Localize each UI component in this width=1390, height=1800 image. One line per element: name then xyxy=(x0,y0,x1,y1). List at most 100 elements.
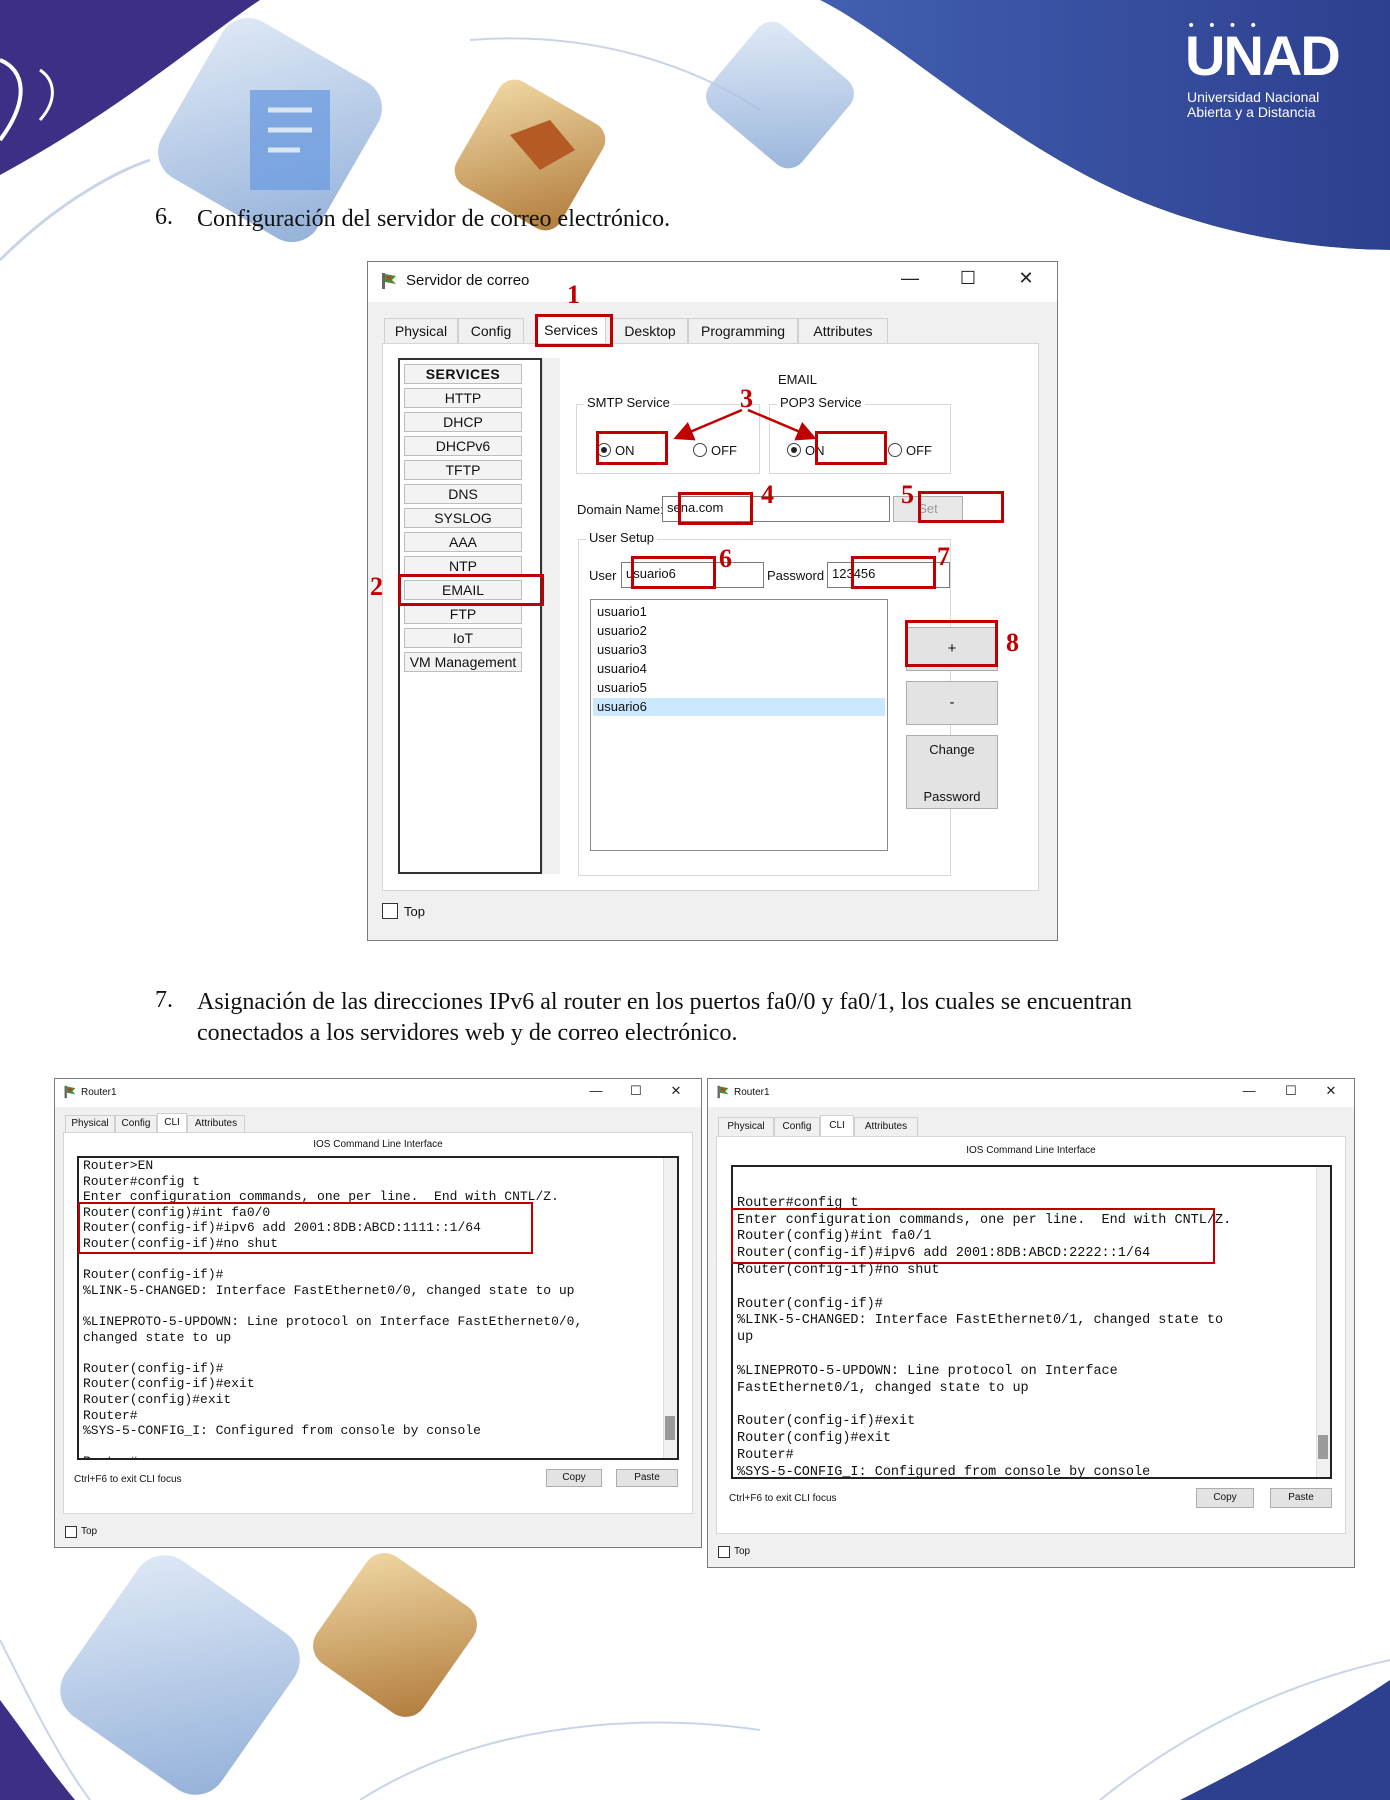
tab-programming[interactable]: Programming xyxy=(688,318,798,344)
service-ntp[interactable]: NTP xyxy=(404,556,522,576)
top-checkbox[interactable] xyxy=(718,1546,730,1558)
service-syslog[interactable]: SYSLOG xyxy=(404,508,522,528)
minimize-button[interactable]: — xyxy=(895,268,925,289)
maximize-button[interactable]: ☐ xyxy=(1280,1083,1302,1099)
close-button[interactable]: ✕ xyxy=(1011,268,1041,289)
cli-scrollbar[interactable] xyxy=(1316,1167,1330,1477)
top-checkbox[interactable] xyxy=(382,903,398,919)
section-7-text: Asignación de las direcciones IPv6 al ro… xyxy=(197,987,1132,1049)
service-vm-management[interactable]: VM Management xyxy=(404,652,522,672)
cli-output-line: Router(config-if)# xyxy=(83,1360,224,1376)
pop3-off-label: OFF xyxy=(906,443,932,458)
service-dhcpv6[interactable]: DHCPv6 xyxy=(404,436,522,456)
tab-attributes[interactable]: Attributes xyxy=(798,318,888,344)
maximize-button[interactable]: ☐ xyxy=(625,1083,647,1099)
cli-output-line: Router(config)#exit xyxy=(737,1431,891,1446)
service-ftp[interactable]: FTP xyxy=(404,604,522,624)
list-item[interactable]: usuario1 xyxy=(593,603,885,621)
window-title: Servidor de correo xyxy=(406,272,530,289)
section-6-number: 6. xyxy=(155,204,173,230)
service-iot[interactable]: IoT xyxy=(404,628,522,648)
annotation-box-smtp-on xyxy=(596,431,668,465)
cli-scrollbar-thumb[interactable] xyxy=(665,1416,675,1440)
service-aaa[interactable]: AAA xyxy=(404,532,522,552)
tab-physical[interactable]: Physical xyxy=(65,1115,115,1133)
list-item[interactable]: usuario5 xyxy=(593,679,885,697)
paste-button[interactable]: Paste xyxy=(616,1469,678,1487)
server-icon xyxy=(380,272,398,290)
copy-button[interactable]: Copy xyxy=(1196,1488,1254,1508)
tab-config[interactable]: Config xyxy=(115,1115,157,1133)
cli-output-line: %LINK-5-CHANGED: Interface FastEthernet0… xyxy=(737,1313,1224,1329)
password-label: Password xyxy=(767,568,825,583)
logo-wordmark: UNAD xyxy=(1185,24,1341,87)
cli-output-line: Router# xyxy=(83,1454,138,1458)
annotation-number-7: 7 xyxy=(937,542,950,571)
cli-output-line: Router(config-if)#exit xyxy=(737,1414,916,1430)
tab-attributes[interactable]: Attributes xyxy=(187,1115,245,1133)
window-title: Router1 xyxy=(734,1087,770,1098)
service-tftp[interactable]: TFTP xyxy=(404,460,522,480)
cli-focus-hint: Ctrl+F6 to exit CLI focus xyxy=(729,1493,837,1504)
remove-user-button[interactable]: - xyxy=(906,681,998,725)
service-http[interactable]: HTTP xyxy=(404,388,522,408)
cli-heading: IOS Command Line Interface xyxy=(313,1139,443,1150)
cli-panel: IOS Command Line Interface Router>EN Rout… xyxy=(63,1132,693,1514)
maximize-button[interactable]: ☐ xyxy=(953,268,983,289)
services-list-header: SERVICES xyxy=(404,364,522,384)
paste-button[interactable]: Paste xyxy=(1270,1488,1332,1508)
email-panel-title: EMAIL xyxy=(778,372,818,387)
window-titlebar[interactable]: Router1 — ☐ ✕ xyxy=(708,1079,1354,1107)
top-checkbox[interactable] xyxy=(65,1526,77,1538)
list-item[interactable]: usuario2 xyxy=(593,622,885,640)
annotation-box-services-tab xyxy=(535,314,613,347)
cli-output-line: %SYS-5-CONFIG_I: Configured from console… xyxy=(83,1423,481,1439)
unad-logo: • • • • UNAD Universidad Nacional Abiert… xyxy=(1175,18,1365,128)
cli-output-line: Router(config-if)# xyxy=(83,1267,224,1283)
pop3-off-radio[interactable]: OFF xyxy=(888,443,932,458)
cli-output-line: changed state to up xyxy=(83,1329,232,1345)
tab-config[interactable]: Config xyxy=(774,1117,820,1137)
top-checkbox-label: Top xyxy=(404,904,425,919)
services-list: SERVICES HTTP DHCP DHCPv6 TFTP DNS SYSLO… xyxy=(398,358,542,874)
close-button[interactable]: ✕ xyxy=(1320,1083,1342,1099)
services-scrollbar[interactable] xyxy=(542,358,560,874)
annotation-box-add-user xyxy=(905,620,998,667)
cli-scrollbar-thumb[interactable] xyxy=(1318,1435,1328,1459)
minimize-button[interactable]: — xyxy=(1238,1083,1260,1098)
tab-config[interactable]: Config xyxy=(458,318,524,344)
user-setup-label: User Setup xyxy=(586,530,658,545)
cli-focus-hint: Ctrl+F6 to exit CLI focus xyxy=(74,1474,182,1485)
tab-physical[interactable]: Physical xyxy=(384,318,458,344)
router-icon xyxy=(63,1085,77,1099)
copy-button[interactable]: Copy xyxy=(546,1469,602,1487)
change-password-line1: Change xyxy=(929,742,975,757)
top-checkbox-label: Top xyxy=(734,1546,751,1557)
user-label: User xyxy=(589,568,617,583)
tab-physical[interactable]: Physical xyxy=(718,1117,774,1137)
list-item[interactable]: usuario4 xyxy=(593,660,885,678)
cli-scrollbar[interactable] xyxy=(663,1158,677,1458)
service-dhcp[interactable]: DHCP xyxy=(404,412,522,432)
tab-cli[interactable]: CLI xyxy=(820,1115,854,1137)
window-titlebar[interactable]: Servidor de correo — ☐ ✕ xyxy=(368,262,1057,302)
annotation-number-6: 6 xyxy=(719,544,732,573)
annotation-box-right-commands xyxy=(731,1208,1215,1264)
section-7-heading: 7. Asignación de las direcciones IPv6 al… xyxy=(155,987,1305,1051)
cli-output-line: FastEthernet0/1, changed state to up xyxy=(737,1380,1029,1396)
list-item-selected[interactable]: usuario6 xyxy=(593,698,885,716)
window-titlebar[interactable]: Router1 — ☐ ✕ xyxy=(55,1079,701,1107)
cli-panel: IOS Command Line Interface Router#config… xyxy=(716,1136,1346,1534)
list-item[interactable]: usuario3 xyxy=(593,641,885,659)
tab-desktop[interactable]: Desktop xyxy=(612,318,688,344)
tab-cli[interactable]: CLI xyxy=(157,1113,187,1133)
annotation-box-password xyxy=(851,556,936,589)
tab-attributes[interactable]: Attributes xyxy=(854,1117,918,1137)
annotation-box-left-commands xyxy=(78,1202,533,1254)
change-password-button[interactable]: Change Password xyxy=(906,735,998,809)
service-dns[interactable]: DNS xyxy=(404,484,522,504)
annotation-number-5: 5 xyxy=(901,480,914,509)
close-button[interactable]: ✕ xyxy=(665,1083,687,1099)
minimize-button[interactable]: — xyxy=(585,1083,607,1098)
cli-output-line: up xyxy=(737,1330,754,1346)
